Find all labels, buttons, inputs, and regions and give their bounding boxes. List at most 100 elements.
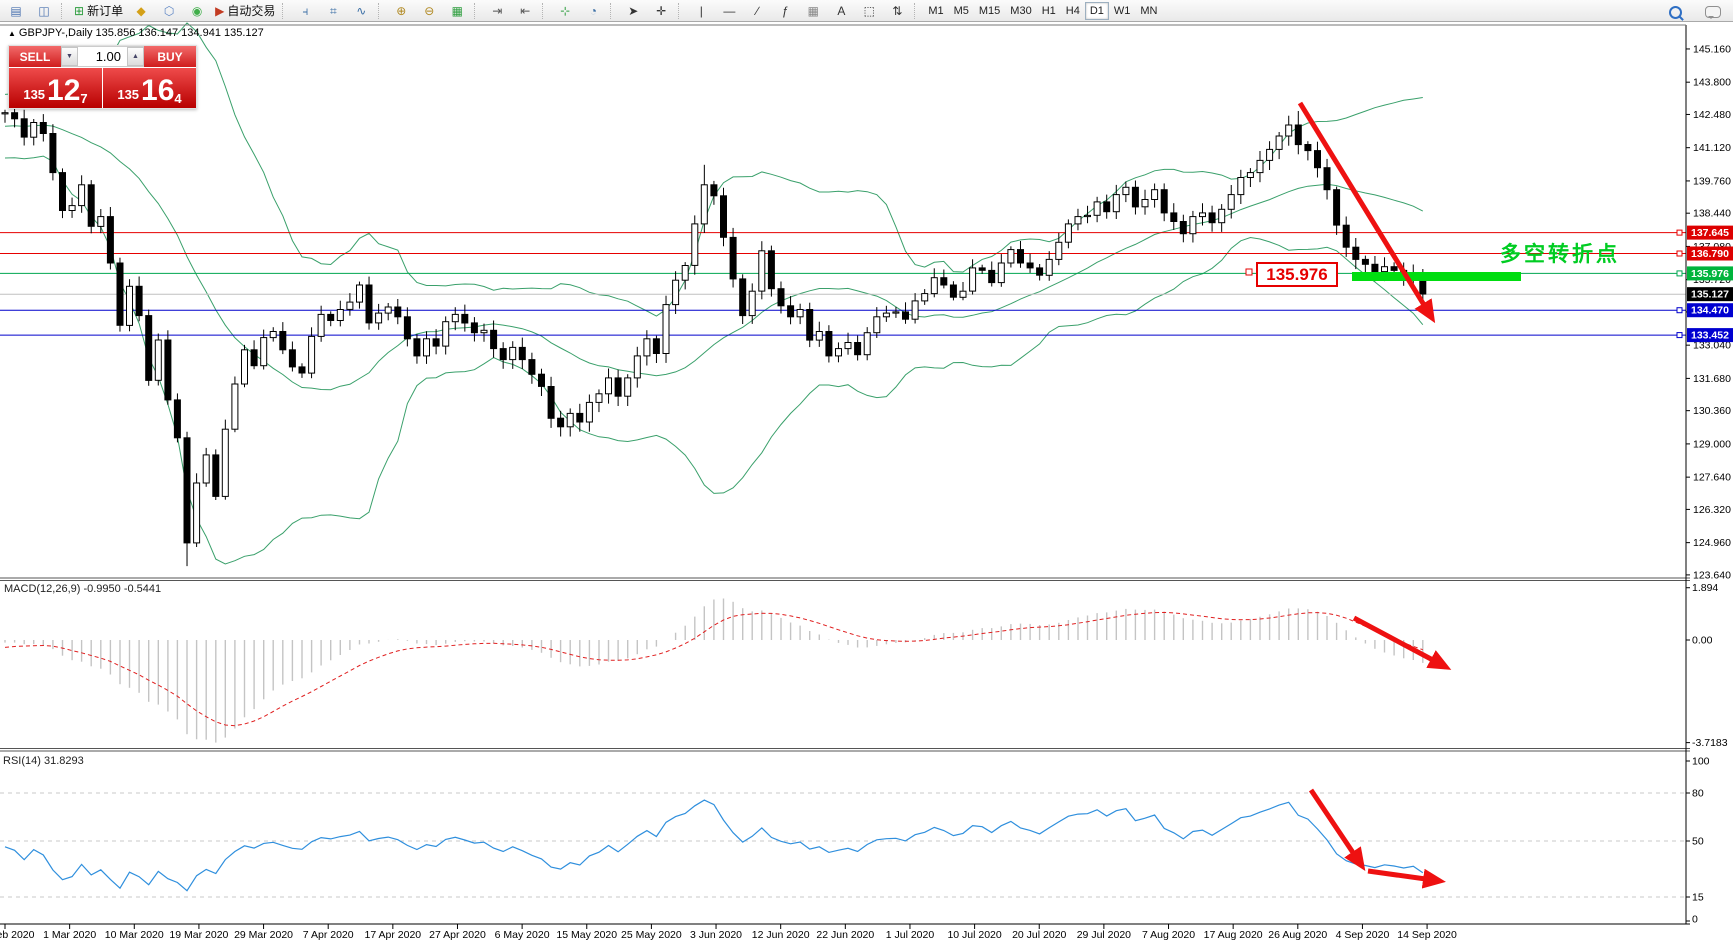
candle-body xyxy=(1324,168,1330,190)
hline-handle[interactable] xyxy=(1677,308,1682,313)
candle-body xyxy=(366,285,372,323)
chart-header: ▲GBPJPY-,Daily 135.856 136.147 134.941 1… xyxy=(8,27,264,39)
tile-windows-icon[interactable]: ▦ xyxy=(444,1,470,21)
candle-body xyxy=(558,418,564,427)
fibonacci-icon[interactable]: ƒ xyxy=(772,1,798,21)
candle-body xyxy=(452,314,458,321)
trendline-icon[interactable]: ∕ xyxy=(744,1,770,21)
candle-body xyxy=(1190,217,1196,234)
zoom-in-icon[interactable]: ⊕ xyxy=(388,1,414,21)
buy-price[interactable]: 135 16 4 xyxy=(103,68,196,108)
chat-icon[interactable] xyxy=(1700,2,1726,22)
candle-body xyxy=(50,134,56,173)
timeframe-d1[interactable]: D1 xyxy=(1085,2,1109,20)
timeframe-m30[interactable]: M30 xyxy=(1005,2,1036,20)
timeframe-w1[interactable]: W1 xyxy=(1109,2,1136,20)
timeframe-m5[interactable]: M5 xyxy=(949,2,974,20)
timeframe-m15[interactable]: M15 xyxy=(974,2,1005,20)
metaeditor-icon[interactable]: ◆ xyxy=(128,1,154,21)
volume-up-button[interactable]: ▲ xyxy=(127,47,144,66)
text-label-icon[interactable]: ⬚ xyxy=(856,1,882,21)
toolbar-separator xyxy=(914,3,920,19)
sell-price-sup: 7 xyxy=(80,92,87,106)
candle-body xyxy=(826,332,832,356)
hline-handle[interactable] xyxy=(1677,230,1682,235)
rsi-indicator-label: RSI(14) 31.8293 xyxy=(3,755,84,767)
timeframe-h1[interactable]: H1 xyxy=(1037,2,1061,20)
candle-body xyxy=(721,196,727,238)
candle-body xyxy=(395,307,401,317)
bar-chart-icon[interactable]: ⫞ xyxy=(292,1,318,21)
timeframe-mn[interactable]: MN xyxy=(1135,2,1162,20)
indicators-icon[interactable]: ⊹ xyxy=(552,1,578,21)
hline-handle[interactable] xyxy=(1677,333,1682,338)
new-order-icon[interactable]: ⊞新订单 xyxy=(71,1,126,21)
hline-handle[interactable] xyxy=(1677,271,1682,276)
chart-shift-icon[interactable]: ⇤ xyxy=(512,1,538,21)
callout-handle[interactable] xyxy=(1246,269,1252,275)
volume-down-button[interactable]: ▼ xyxy=(61,47,78,66)
price-tick-label: 131.680 xyxy=(1693,373,1731,385)
rsi-tick-label: 100 xyxy=(1692,756,1710,768)
candle-body xyxy=(12,113,18,119)
candle-body xyxy=(1123,187,1129,194)
turning-point-note[interactable]: 多空转折点 xyxy=(1500,238,1620,268)
candle-body xyxy=(462,314,468,323)
candle-chart-icon[interactable]: ⌗ xyxy=(320,1,346,21)
candle-body xyxy=(424,339,430,356)
buy-price-big: 16 xyxy=(141,76,174,106)
support-highlight-bar[interactable] xyxy=(1352,272,1521,281)
candle-body xyxy=(1286,125,1292,136)
grid-icon: ▦ xyxy=(808,2,819,20)
candle-body xyxy=(222,429,228,496)
macd-tick-label: 0.00 xyxy=(1692,635,1713,647)
price-callout[interactable]: 135.976 xyxy=(1256,262,1338,287)
candle-body xyxy=(299,367,305,373)
navigator-icon[interactable]: ◫ xyxy=(31,1,57,21)
auto-scroll-icon[interactable]: ⇥ xyxy=(484,1,510,21)
experts-icon[interactable]: ⬡ xyxy=(156,1,182,21)
arrows-icon[interactable]: ⇅ xyxy=(884,1,910,21)
search-icon[interactable] xyxy=(1662,2,1688,22)
timeframe-m1[interactable]: M1 xyxy=(923,2,948,20)
volume-input[interactable]: 1.00 xyxy=(78,47,127,66)
zoom-in-icon: ⊕ xyxy=(396,2,406,20)
candle-body xyxy=(1113,195,1119,212)
buy-button[interactable]: BUY xyxy=(144,46,196,67)
date-label: 3 Jun 2020 xyxy=(690,929,742,941)
candle-body xyxy=(711,185,717,196)
text-label-icon: ⬚ xyxy=(864,2,875,20)
chart-window-icon[interactable]: ▤ xyxy=(3,1,29,21)
candle-body xyxy=(1037,268,1043,275)
candle-body xyxy=(1152,190,1158,200)
text-icon[interactable]: A xyxy=(828,1,854,21)
zoom-out-icon[interactable]: ⊖ xyxy=(416,1,442,21)
hline-handle[interactable] xyxy=(1677,251,1682,256)
periods-dropdown-icon[interactable]: ◔ xyxy=(580,1,606,21)
candle-body xyxy=(1104,202,1110,212)
horizontal-line-icon[interactable]: — xyxy=(716,1,742,21)
signals-icon[interactable]: ◉ xyxy=(184,1,210,21)
toolbar-separator xyxy=(610,3,616,19)
candle-body xyxy=(174,400,180,438)
cursor-icon[interactable]: ➤ xyxy=(620,1,646,21)
text-icon: A xyxy=(837,2,845,20)
autotrading-icon[interactable]: ▶自动交易 xyxy=(212,1,278,21)
symbol-period: GBPJPY-,Daily xyxy=(19,27,93,39)
grid-icon[interactable]: ▦ xyxy=(800,1,826,21)
candle-body xyxy=(682,266,688,281)
candle-body xyxy=(347,302,353,309)
price-label-135.127: 135.127 xyxy=(1691,289,1729,301)
price-tick-label: 138.440 xyxy=(1693,208,1731,220)
sell-price[interactable]: 135 12 7 xyxy=(9,68,103,108)
sell-button[interactable]: SELL xyxy=(9,46,61,67)
line-chart-icon[interactable]: ∿ xyxy=(348,1,374,21)
chart-canvas[interactable]: 145.160143.800142.480141.120139.760138.4… xyxy=(0,0,1733,946)
timeframe-h4[interactable]: H4 xyxy=(1061,2,1085,20)
date-label: 22 Jun 2020 xyxy=(816,929,874,941)
crosshair-icon[interactable]: ✛ xyxy=(648,1,674,21)
vertical-line-icon[interactable]: | xyxy=(688,1,714,21)
fibonacci-icon: ƒ xyxy=(782,2,789,20)
candle-body xyxy=(60,173,66,211)
candle-body xyxy=(1065,224,1071,242)
